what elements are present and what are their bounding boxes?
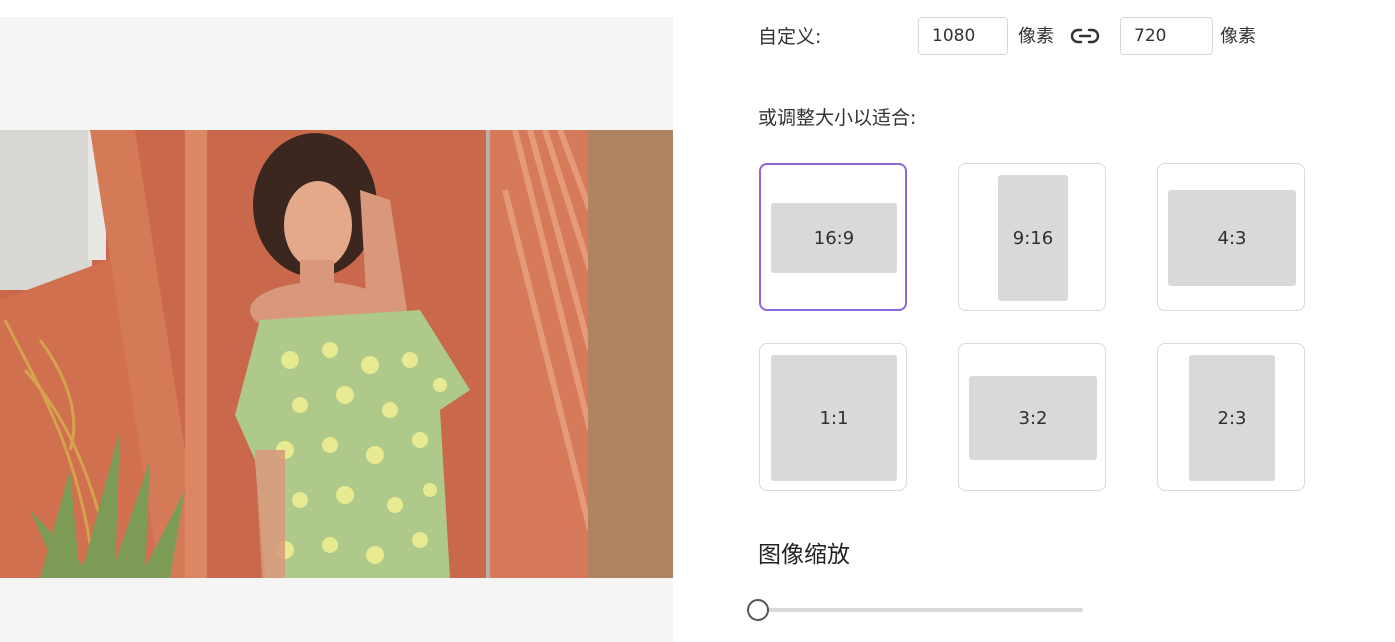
height-input[interactable] xyxy=(1120,17,1213,55)
aspect-ratio-grid: 16:9 9:16 4:3 1:1 3:2 2:3 xyxy=(759,163,1307,493)
ratio-label: 4:3 xyxy=(1168,190,1296,286)
width-input[interactable] xyxy=(918,17,1008,55)
ratio-label: 1:1 xyxy=(771,355,897,481)
ratio-option-1-1[interactable]: 1:1 xyxy=(759,343,907,491)
resize-panel: 自定义: 像素 像素 或调整大小以适合: 16:9 9:16 4:3 1:1 xyxy=(747,0,1378,642)
custom-size-label: 自定义: xyxy=(758,26,822,48)
ratio-option-2-3[interactable]: 2:3 xyxy=(1157,343,1305,491)
ratio-label: 16:9 xyxy=(771,203,897,273)
height-unit-label: 像素 xyxy=(1220,26,1256,47)
ratio-label: 3:2 xyxy=(969,376,1097,460)
image-preview-area xyxy=(0,17,673,642)
image-zoom-title: 图像缩放 xyxy=(758,542,850,568)
width-unit-label: 像素 xyxy=(1018,26,1054,47)
ratio-label: 9:16 xyxy=(998,175,1068,301)
ratio-option-16-9[interactable]: 16:9 xyxy=(759,163,907,311)
zoom-slider-thumb[interactable] xyxy=(747,599,769,621)
zoom-slider-track[interactable] xyxy=(758,608,1083,612)
custom-size-row: 自定义: 像素 像素 xyxy=(758,17,1278,57)
ratio-label: 2:3 xyxy=(1189,355,1275,481)
link-icon[interactable] xyxy=(1070,25,1100,47)
ratio-option-4-3[interactable]: 4:3 xyxy=(1157,163,1305,311)
fit-size-label: 或调整大小以适合: xyxy=(758,107,917,129)
ratio-option-9-16[interactable]: 9:16 xyxy=(958,163,1106,311)
zoom-slider[interactable] xyxy=(746,598,1096,622)
preview-photo xyxy=(0,130,673,578)
ratio-option-3-2[interactable]: 3:2 xyxy=(958,343,1106,491)
